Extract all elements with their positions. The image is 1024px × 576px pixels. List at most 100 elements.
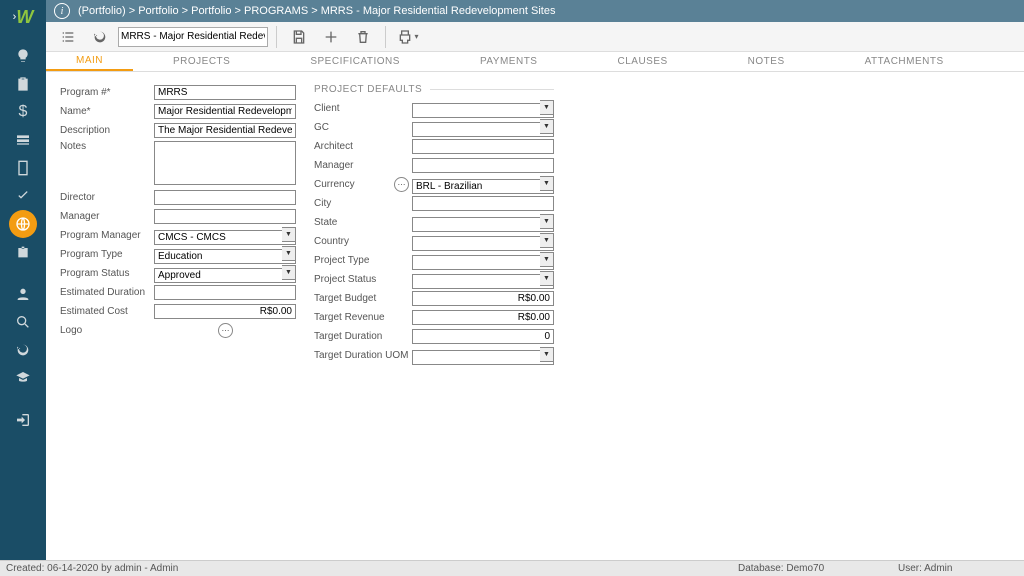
sidebar-item-grad[interactable] — [0, 364, 46, 392]
state-label: State — [314, 217, 412, 228]
breadcrumb-bar: i (Portfolio) > Portfolio > Portfolio > … — [46, 0, 1024, 22]
description-label: Description — [60, 125, 154, 136]
manager2-input[interactable] — [412, 158, 554, 173]
sidebar-item-briefcase[interactable] — [0, 238, 46, 266]
status-database: Database: Demo70 — [738, 563, 898, 574]
sidebar-item-book[interactable] — [0, 154, 46, 182]
notes-label: Notes — [60, 141, 154, 152]
sidebar: ›W $ — [0, 0, 46, 560]
status-created: Created: 06-14-2020 by admin - Admin — [6, 563, 738, 574]
sidebar-item-search[interactable] — [0, 308, 46, 336]
chevron-down-icon[interactable]: ▼ — [282, 227, 296, 242]
sidebar-item-history[interactable] — [0, 336, 46, 364]
chevron-down-icon[interactable]: ▼ — [282, 265, 296, 280]
sidebar-item-money[interactable]: $ — [0, 98, 46, 126]
gc-input[interactable] — [412, 122, 554, 137]
project-defaults-header: PROJECT DEFAULTS — [314, 84, 554, 95]
program-type-label: Program Type — [60, 249, 154, 260]
sidebar-toggle[interactable]: ›W — [13, 6, 34, 28]
architect-label: Architect — [314, 141, 412, 152]
tab-specifications[interactable]: SPECIFICATIONS — [270, 52, 440, 71]
program-manager-label: Program Manager — [60, 230, 154, 241]
target-duration-uom-label: Target Duration UOM — [314, 350, 412, 361]
chevron-down-icon[interactable]: ▼ — [540, 271, 554, 286]
city-label: City — [314, 198, 412, 209]
est-duration-label: Estimated Duration — [60, 287, 154, 298]
est-duration-input[interactable] — [154, 285, 296, 300]
target-revenue-label: Target Revenue — [314, 312, 412, 323]
save-icon[interactable] — [285, 24, 313, 50]
project-type-input[interactable] — [412, 255, 554, 270]
program-manager-input[interactable] — [154, 230, 296, 245]
target-duration-uom-input[interactable] — [412, 350, 554, 365]
architect-input[interactable] — [412, 139, 554, 154]
notes-input[interactable] — [154, 141, 296, 185]
sidebar-item-logout[interactable] — [0, 406, 46, 434]
chevron-down-icon[interactable]: ▼ — [540, 176, 554, 191]
project-status-input[interactable] — [412, 274, 554, 289]
sidebar-item-check[interactable] — [0, 182, 46, 210]
name-label: Name* — [60, 106, 154, 117]
chevron-down-icon[interactable]: ▼ — [540, 119, 554, 134]
status-user: User: Admin — [898, 563, 1018, 574]
toolbar: ▾ — [46, 22, 1024, 52]
tabs: MAINPROJECTSSPECIFICATIONSPAYMENTSCLAUSE… — [46, 52, 1024, 72]
target-budget-input[interactable] — [412, 291, 554, 306]
logo-more-button[interactable]: ⋯ — [218, 323, 233, 338]
tab-projects[interactable]: PROJECTS — [133, 52, 270, 71]
est-cost-input[interactable] — [154, 304, 296, 319]
sidebar-item-user[interactable] — [0, 280, 46, 308]
chevron-down-icon[interactable]: ▼ — [540, 214, 554, 229]
chevron-down-icon[interactable]: ▼ — [540, 233, 554, 248]
tab-notes[interactable]: NOTES — [708, 52, 825, 71]
est-cost-label: Estimated Cost — [60, 306, 154, 317]
director-label: Director — [60, 192, 154, 203]
chevron-down-icon[interactable]: ▼ — [540, 347, 554, 362]
list-icon[interactable] — [54, 24, 82, 50]
target-budget-label: Target Budget — [314, 293, 412, 304]
breadcrumb: (Portfolio) > Portfolio > Portfolio > PR… — [78, 5, 555, 17]
program-status-input[interactable] — [154, 268, 296, 283]
sidebar-item-globe[interactable] — [9, 210, 37, 238]
chevron-down-icon[interactable]: ▼ — [282, 246, 296, 261]
city-input[interactable] — [412, 196, 554, 211]
gc-label: GC — [314, 122, 412, 133]
print-icon[interactable]: ▾ — [394, 24, 422, 50]
target-revenue-input[interactable] — [412, 310, 554, 325]
project-status-label: Project Status — [314, 274, 412, 285]
client-label: Client — [314, 103, 412, 114]
sidebar-item-clipboard[interactable] — [0, 70, 46, 98]
currency-more-button[interactable]: ⋯ — [394, 177, 409, 192]
program-type-input[interactable] — [154, 249, 296, 264]
state-input[interactable] — [412, 217, 554, 232]
app-logo: W — [16, 7, 33, 28]
record-selector[interactable] — [118, 27, 268, 47]
manager2-label: Manager — [314, 160, 412, 171]
target-duration-label: Target Duration — [314, 331, 412, 342]
sidebar-item-idea[interactable] — [0, 42, 46, 70]
country-input[interactable] — [412, 236, 554, 251]
main: i (Portfolio) > Portfolio > Portfolio > … — [46, 0, 1024, 560]
info-icon[interactable]: i — [54, 3, 70, 19]
currency-input[interactable] — [412, 179, 554, 194]
tab-clauses[interactable]: CLAUSES — [577, 52, 707, 71]
program-no-label: Program #* — [60, 87, 154, 98]
target-duration-input[interactable] — [412, 329, 554, 344]
chevron-down-icon[interactable]: ▼ — [540, 100, 554, 115]
tab-payments[interactable]: PAYMENTS — [440, 52, 578, 71]
sidebar-item-cards[interactable] — [0, 126, 46, 154]
director-input[interactable] — [154, 190, 296, 205]
program-no-input[interactable] — [154, 85, 296, 100]
client-input[interactable] — [412, 103, 554, 118]
chevron-down-icon[interactable]: ▼ — [540, 252, 554, 267]
add-icon[interactable] — [317, 24, 345, 50]
tab-main[interactable]: MAIN — [46, 52, 133, 71]
manager-input[interactable] — [154, 209, 296, 224]
delete-icon[interactable] — [349, 24, 377, 50]
description-input[interactable] — [154, 123, 296, 138]
statusbar: Created: 06-14-2020 by admin - Admin Dat… — [0, 560, 1024, 576]
tab-attachments[interactable]: ATTACHMENTS — [825, 52, 984, 71]
undo-icon[interactable] — [86, 24, 114, 50]
name-input[interactable] — [154, 104, 296, 119]
logo-label: Logo — [60, 325, 154, 336]
